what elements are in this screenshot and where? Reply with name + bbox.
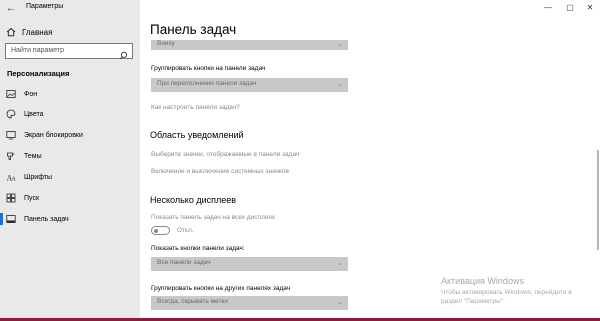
sidebar-section-title: Персонализация: [7, 69, 70, 78]
chevron-down-icon: ⌄: [337, 260, 343, 267]
sidebar-item-label: Экран блокировки: [24, 131, 83, 139]
dropdown-value: Все панели задач: [157, 259, 211, 266]
sidebar-item-label: Панель задач: [24, 215, 69, 223]
group-buttons-label: Группировать кнопки на панели задач: [151, 65, 266, 72]
vertical-scrollbar[interactable]: [597, 150, 599, 250]
activation-line-2: раздел "Параметры".: [441, 298, 505, 305]
show-on-all-displays-label: Показать панель задач на всех дисплеях: [151, 214, 276, 221]
toggle-state-label: Откл.: [177, 227, 194, 234]
home-label: Главная: [22, 27, 53, 37]
sidebar-item-themes[interactable]: Темы: [0, 146, 140, 166]
page-title: Панель задач: [150, 22, 237, 37]
chevron-down-icon: ⌄: [337, 81, 343, 88]
group-other-taskbars-label: Группировать кнопки на других панелях за…: [151, 285, 291, 292]
svg-text:A: A: [12, 177, 17, 183]
sidebar-item-label: Цвета: [24, 110, 44, 118]
show-buttons-label: Показать кнопки панели задач:: [151, 245, 245, 252]
sidebar-item-lock-screen[interactable]: Экран блокировки: [0, 125, 140, 145]
notification-area-title: Область уведомлений: [150, 130, 244, 140]
show-buttons-dropdown[interactable]: Все панели задач ⌄: [151, 257, 348, 271]
multiple-displays-title: Несколько дисплеев: [150, 195, 237, 205]
window-title: Параметры: [26, 3, 64, 10]
themes-icon: [6, 151, 16, 161]
chevron-down-icon: ⌄: [337, 299, 343, 306]
search-input[interactable]: Найти параметр: [5, 43, 133, 60]
main-content: Панель задач Внизу ⌄ Группировать кнопки…: [140, 0, 600, 321]
dropdown-value: Всегда, скрывать метки: [157, 298, 229, 305]
sidebar-item-label: Темы: [24, 152, 42, 160]
activation-watermark: Активация Windows Чтобы активировать Win…: [441, 276, 572, 306]
palette-icon: [6, 109, 16, 119]
sidebar-item-label: Фон: [24, 90, 38, 98]
activation-title: Активация Windows: [441, 276, 524, 286]
search-icon[interactable]: [119, 47, 128, 60]
select-icons-link[interactable]: Выберите значки, отображаемые в панели з…: [151, 151, 299, 158]
sidebar-item-taskbar[interactable]: Панель задач: [0, 209, 140, 229]
fonts-icon: AA: [6, 172, 17, 183]
sidebar-item-start[interactable]: Пуск: [0, 188, 140, 208]
back-arrow-icon[interactable]: ←: [4, 2, 18, 15]
group-other-taskbars-dropdown[interactable]: Всегда, скрывать метки ⌄: [151, 296, 348, 310]
sidebar-item-background[interactable]: Фон: [0, 84, 140, 104]
taskbar-location-dropdown[interactable]: Внизу ⌄: [151, 40, 348, 50]
toggle-knob: [154, 228, 158, 233]
activation-line-1: Чтобы активировать Windows, перейдите в: [441, 289, 572, 296]
sidebar-item-label: Пуск: [24, 194, 40, 202]
start-icon: [6, 193, 16, 203]
group-buttons-dropdown[interactable]: При переполнении панели задач ⌄: [151, 78, 348, 92]
taskbar-icon: [6, 214, 16, 224]
home-icon: [6, 27, 16, 37]
sidebar-item-label: Шрифты: [24, 173, 53, 181]
system-icons-link[interactable]: Включение и выключение системных значков: [151, 168, 289, 175]
how-to-customize-link[interactable]: Как настроить панели задач?: [151, 104, 240, 111]
picture-icon: [6, 89, 16, 99]
dropdown-value: При переполнении панели задач: [157, 80, 257, 87]
dropdown-value: Внизу: [157, 40, 175, 47]
chevron-down-icon: ⌄: [337, 41, 343, 48]
sidebar-item-colors[interactable]: Цвета: [0, 104, 140, 124]
show-on-all-displays-toggle[interactable]: [151, 226, 170, 235]
sidebar-item-fonts[interactable]: AA Шрифты: [0, 167, 140, 187]
search-placeholder: Найти параметр: [11, 47, 64, 54]
home-nav-item[interactable]: Главная: [6, 25, 52, 39]
lock-screen-icon: [6, 130, 16, 140]
